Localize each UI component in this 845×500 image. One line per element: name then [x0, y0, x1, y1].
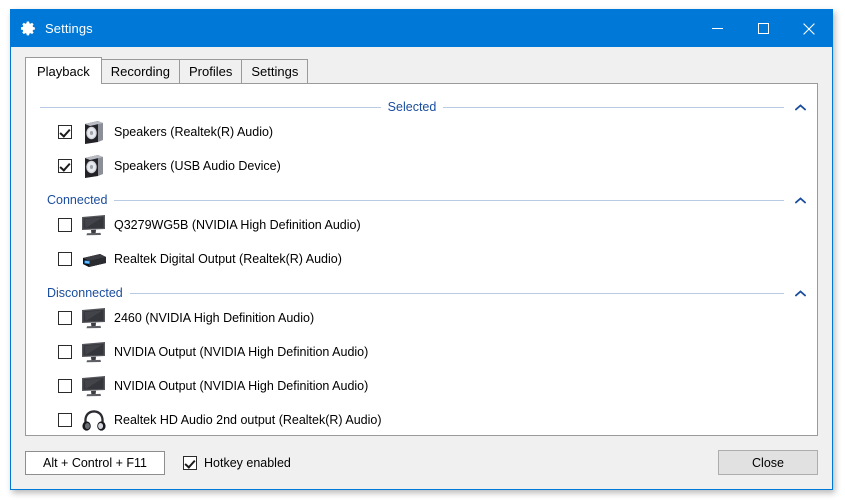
device-icon-wrap — [80, 153, 108, 179]
monitor-icon — [82, 376, 105, 397]
device-icon-wrap — [80, 373, 108, 399]
monitor-icon — [82, 215, 105, 236]
tab-profiles[interactable]: Profiles — [179, 59, 243, 83]
speaker-icon — [85, 121, 103, 144]
device-icon-wrap — [80, 407, 108, 433]
device-icon-wrap — [80, 339, 108, 365]
tab-settings[interactable]: Settings — [241, 59, 309, 83]
device-checkbox[interactable] — [58, 311, 72, 325]
device-label: Realtek HD Audio 2nd output (Realtek(R) … — [114, 413, 382, 427]
device-row[interactable]: Speakers (Realtek(R) Audio) — [26, 115, 817, 149]
hotkey-input[interactable]: Alt + Control + F11 — [25, 450, 165, 475]
device-icon-wrap — [80, 246, 108, 272]
tab-strip: Playback Recording Profiles Settings — [11, 56, 832, 84]
device-checkbox[interactable] — [58, 159, 72, 173]
hotkey-enabled-checkbox-box[interactable] — [183, 455, 197, 470]
speaker-icon — [85, 155, 103, 178]
device-checkbox[interactable] — [58, 379, 72, 393]
group-collapse-toggle[interactable] — [793, 286, 807, 300]
group-rule-right — [129, 292, 784, 294]
tab-recording[interactable]: Recording — [100, 59, 181, 83]
tab-playback[interactable]: Playback — [25, 57, 102, 84]
close-button[interactable] — [786, 10, 832, 47]
group-rule-right — [114, 199, 784, 201]
device-icon-wrap — [80, 305, 108, 331]
device-row[interactable]: Realtek Digital Output (Realtek(R) Audio… — [26, 242, 817, 276]
chevron-up-icon — [794, 103, 806, 111]
hotkey-enabled-checkbox[interactable]: Hotkey enabled — [183, 455, 291, 470]
device-icon-wrap — [80, 119, 108, 145]
monitor-icon — [82, 342, 105, 363]
device-checkbox[interactable] — [58, 125, 72, 139]
group-header-disconnected: Disconnected — [40, 285, 807, 301]
chevron-up-icon — [794, 196, 806, 204]
device-label: 2460 (NVIDIA High Definition Audio) — [114, 311, 315, 325]
device-row[interactable]: 2460 (NVIDIA High Definition Audio) — [26, 301, 817, 335]
group-label: Selected — [387, 100, 437, 114]
minimize-button[interactable] — [694, 10, 740, 47]
monitor-icon — [82, 308, 105, 329]
close-dialog-button[interactable]: Close — [718, 450, 818, 475]
group-header-connected: Connected — [40, 192, 807, 208]
headphones-icon — [82, 410, 106, 431]
device-label: NVIDIA Output (NVIDIA High Definition Au… — [114, 379, 369, 393]
playback-panel: Selected Speakers (Realtek(R) Audio) Speak… — [25, 83, 818, 436]
title-bar-left: Settings — [11, 20, 93, 37]
hotkey-enabled-label: Hotkey enabled — [204, 455, 291, 470]
chevron-up-icon — [794, 289, 806, 297]
group-rule-right — [443, 106, 784, 108]
group-label: Connected — [47, 193, 108, 207]
device-row[interactable]: NVIDIA Output (NVIDIA High Definition Au… — [26, 335, 817, 369]
device-label: Speakers (Realtek(R) Audio) — [114, 125, 274, 139]
window-title: Settings — [45, 21, 93, 36]
group-collapse-toggle[interactable] — [793, 193, 807, 207]
title-bar: Settings — [11, 10, 832, 47]
footer-bar: Alt + Control + F11 Hotkey enabled Close — [11, 436, 832, 489]
device-row[interactable]: Q3279WG5B (NVIDIA High Definition Audio) — [26, 208, 817, 242]
maximize-button[interactable] — [740, 10, 786, 47]
device-label: Realtek Digital Output (Realtek(R) Audio… — [114, 252, 342, 266]
device-label: Q3279WG5B (NVIDIA High Definition Audio) — [114, 218, 361, 232]
group-collapse-toggle[interactable] — [793, 100, 807, 114]
device-row[interactable]: NVIDIA Output (NVIDIA High Definition Au… — [26, 369, 817, 403]
device-checkbox[interactable] — [58, 218, 72, 232]
group-rule-left — [40, 106, 381, 108]
device-checkbox[interactable] — [58, 413, 72, 427]
caption-buttons — [694, 10, 832, 47]
minimize-icon — [711, 28, 723, 29]
screenshot-root: Settings Playback Recording Profiles Set… — [0, 0, 845, 500]
group-label: Disconnected — [47, 286, 123, 300]
device-icon-wrap — [80, 212, 108, 238]
settings-window: Settings Playback Recording Profiles Set… — [10, 9, 833, 490]
device-row[interactable]: Realtek HD Audio 2nd output (Realtek(R) … — [26, 403, 817, 435]
device-label: Speakers (USB Audio Device) — [114, 159, 281, 173]
maximize-icon — [757, 23, 769, 34]
device-checkbox[interactable] — [58, 345, 72, 359]
device-label: NVIDIA Output (NVIDIA High Definition Au… — [114, 345, 369, 359]
gear-icon — [20, 20, 37, 37]
group-header-selected: Selected — [40, 99, 807, 115]
spdif-icon — [83, 254, 106, 267]
device-checkbox[interactable] — [58, 252, 72, 266]
device-row[interactable]: Speakers (USB Audio Device) — [26, 149, 817, 183]
close-icon — [803, 22, 815, 35]
